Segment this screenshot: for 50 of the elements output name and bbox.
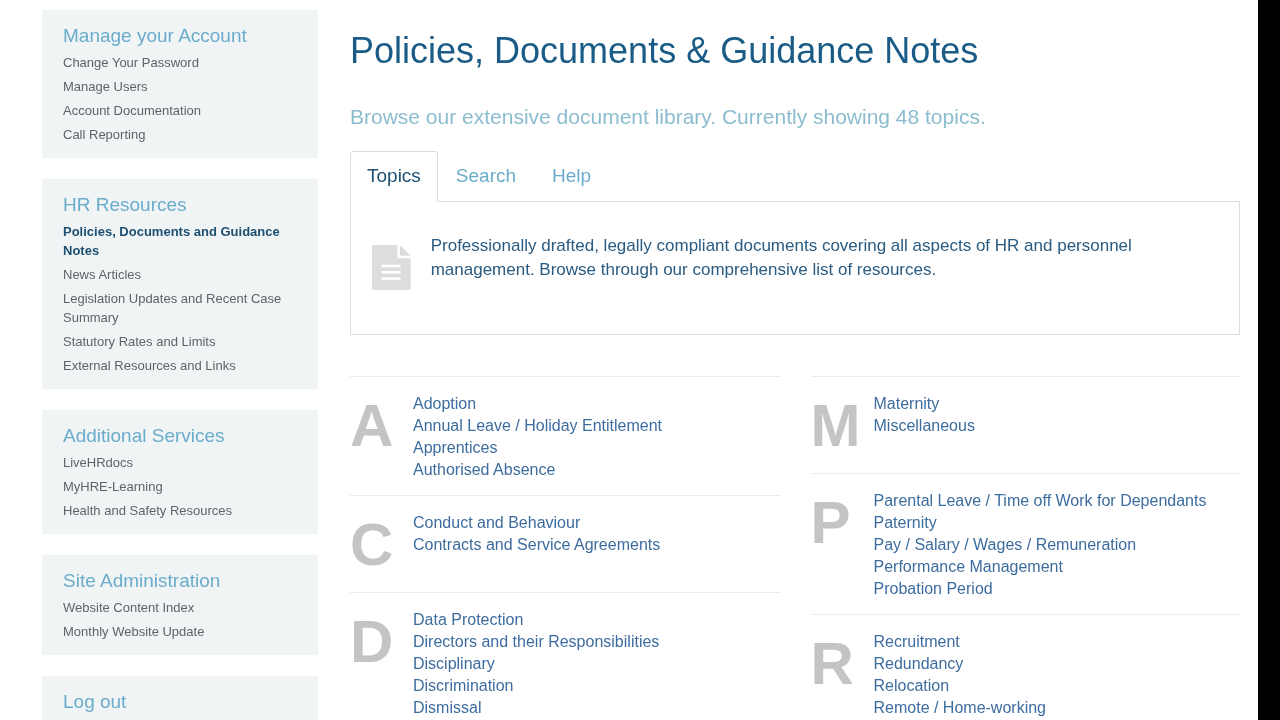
topic-link[interactable]: Disciplinary [413,653,660,675]
topic-link[interactable]: Discrimination [413,675,660,697]
index-letter: C [350,512,395,578]
sidebar-link[interactable]: News Articles [63,262,297,286]
topic-link[interactable]: Contracts and Service Agreements [413,534,661,556]
index-letter: R [810,631,855,699]
page-title: Policies, Documents & Guidance Notes [350,29,980,73]
topic-link[interactable]: Remote / Home-working [873,697,1046,719]
sidebar-link[interactable]: Manage Users [63,74,297,98]
intro-text: Professionally drafted, legally compliant documents covering all aspects of HR and personnel management. Browse through our comprehensive list of resources. [430,235,1133,281]
index-letter: M [810,393,862,459]
topic-link[interactable]: Conduct and Behaviour [413,512,661,534]
page-subtitle: Browse our extensive document library. Currently showing 48 topics. [350,104,987,130]
sidebar-link[interactable]: External Resources and Links [63,353,297,377]
topic-link[interactable]: Redundancy [873,653,1046,675]
topic-link[interactable]: Parental Leave / Time off Work for Dependants [873,490,1207,512]
topic-link[interactable]: Recruitment [873,631,1046,653]
topic-link[interactable]: Paternity [873,512,1207,534]
topic-link[interactable]: Maternity [873,393,975,415]
topic-link[interactable]: Miscellaneous [873,415,975,437]
sidebar-link[interactable]: Legislation Updates and Recent Case Summary [63,286,297,329]
topic-link[interactable]: Relocation [873,675,1046,697]
tab[interactable]: Topics [350,151,438,202]
topic-link[interactable]: Dismissal [413,697,660,719]
topic-link[interactable]: Apprentices [413,437,663,459]
sidebar-link[interactable]: Change Your Password [63,50,297,74]
sidebar-link[interactable]: Monthly Website Update [63,619,297,643]
sidebar-link[interactable]: LiveHRdocs [63,450,297,474]
sidebar-heading: Manage your Account [63,24,248,48]
index-letter: P [810,490,852,558]
topic-link[interactable]: Performance Management [873,556,1207,578]
topic-link[interactable]: Authorised Absence [413,459,663,481]
sidebar-link[interactable]: Call Reporting [63,122,297,146]
sidebar-heading: Additional Services [63,424,226,448]
sidebar-link[interactable]: Policies, Documents and Guidance Notes [63,219,297,262]
sidebar-link[interactable]: Health and Safety Resources [63,498,297,522]
sidebar-link[interactable]: Statutory Rates and Limits [63,329,297,353]
sidebar-link[interactable]: Website Content Index [63,595,297,619]
index-letter: A [350,393,395,461]
topic-link[interactable]: Adoption [413,393,663,415]
sidebar-heading: HR Resources [63,193,188,217]
topic-link[interactable]: Probation Period [873,578,1207,600]
index-letter: D [350,609,395,677]
topic-link[interactable]: Directors and their Responsibilities [413,631,660,653]
sidebar-link[interactable]: MyHRE-Learning [63,474,297,498]
topic-link[interactable]: Pay / Salary / Wages / Remuneration [873,534,1207,556]
topic-link[interactable]: Data Protection [413,609,660,631]
sidebar-link[interactable]: Account Documentation [63,98,297,122]
topic-link[interactable]: Annual Leave / Holiday Entitlement [413,415,663,437]
sidebar-heading: Site Administration [63,569,222,593]
